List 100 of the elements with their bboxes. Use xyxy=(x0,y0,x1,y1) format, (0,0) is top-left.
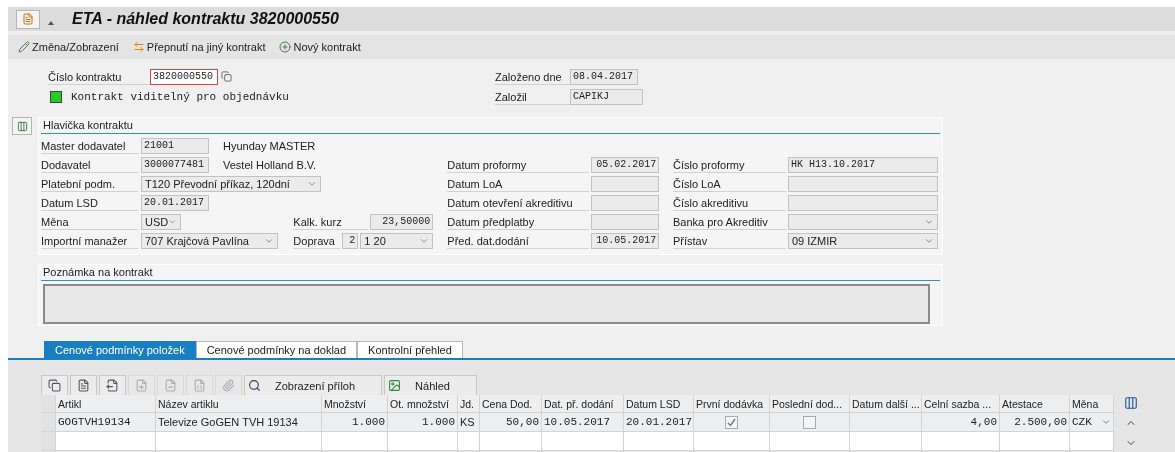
add-document-icon xyxy=(135,379,148,392)
dropdown-field[interactable]: 1 20 xyxy=(360,232,434,249)
dropdown-field[interactable]: USD xyxy=(141,213,181,230)
document-icon xyxy=(77,379,90,392)
toolbar-button[interactable]: Změna/Zobrazení xyxy=(18,41,119,53)
dropdown-field[interactable]: 09 IZMIR xyxy=(788,232,938,249)
input-field[interactable]: 10.05.2017 xyxy=(591,232,660,249)
row-selector[interactable] xyxy=(41,413,56,432)
input-field[interactable] xyxy=(591,175,660,192)
column-settings-icon[interactable] xyxy=(1122,395,1139,411)
image-icon xyxy=(388,379,402,392)
menu-icon[interactable] xyxy=(16,9,40,29)
dropdown-field[interactable]: T120 Převodní příkaz, 120dní xyxy=(141,175,321,192)
corner-cell[interactable] xyxy=(41,395,56,413)
column-header[interactable]: Poslední dod... xyxy=(770,395,850,413)
field-label: Datum předplatby xyxy=(447,213,590,230)
column-header[interactable]: Měna xyxy=(1070,395,1114,413)
copy-icon[interactable] xyxy=(221,71,232,82)
dropdown-field[interactable]: 707 Krajčová Pavlína xyxy=(141,232,278,249)
copy-icon xyxy=(48,379,61,392)
tab[interactable]: Kontrolní přehled xyxy=(357,341,463,358)
remove-document-icon xyxy=(164,379,177,392)
swap-icon xyxy=(132,41,145,53)
column-header[interactable]: Datum LSD xyxy=(624,395,694,413)
pencil-icon xyxy=(18,41,30,53)
tab[interactable]: Cenové podmínky položek xyxy=(44,341,196,358)
field-label: Doprava xyxy=(293,232,341,249)
description-text: Vestel Holland B.V. xyxy=(223,158,317,171)
chevron-down-icon xyxy=(1101,417,1111,427)
column-header[interactable]: Název artiklu xyxy=(156,395,322,413)
section-title: Hlavička kontraktu xyxy=(41,118,940,134)
spreadsheet-icon xyxy=(193,379,206,392)
field-label: Měna xyxy=(41,213,138,230)
table-cell: 20.01.2017 xyxy=(624,413,694,432)
input-field[interactable]: 23,50000 xyxy=(370,213,434,230)
toolbar-button[interactable] xyxy=(70,375,97,395)
column-header[interactable]: Jd. xyxy=(458,395,480,413)
row-selector[interactable] xyxy=(41,432,56,451)
input-field[interactable]: HK H13.10.2017 xyxy=(788,156,938,173)
input-field[interactable]: 05.02.2017 xyxy=(591,156,660,173)
table-cell: 4,00 xyxy=(922,413,1000,432)
field-label: Datum proformy xyxy=(447,156,590,173)
table-cell: Televize GoGEN TVH 19134 xyxy=(156,413,322,432)
field-label: Číslo proformy xyxy=(673,156,786,173)
column-header[interactable]: Cena Dod. xyxy=(480,395,542,413)
toolbar-button[interactable]: Náhled xyxy=(384,375,477,395)
add-icon xyxy=(279,41,292,53)
toolbar-button[interactable]: Přepnutí na jiný kontrakt xyxy=(132,41,266,53)
status-text: Kontrakt viditelný pro objednávku xyxy=(71,90,289,103)
paperclip-icon xyxy=(222,379,235,392)
input-field[interactable] xyxy=(788,194,938,211)
field-label: Kalk. kurz xyxy=(293,213,369,230)
column-header[interactable]: Ot. množství xyxy=(388,395,458,413)
field-label: Datum LoA xyxy=(447,175,590,192)
input-field[interactable]: 3820000550 xyxy=(150,68,218,85)
layout-icon[interactable] xyxy=(12,117,32,135)
toolbar-button[interactable] xyxy=(41,375,68,395)
input-field[interactable]: 3000077481 xyxy=(141,156,209,173)
input-field[interactable] xyxy=(591,213,660,230)
input-field[interactable] xyxy=(788,175,938,192)
input-field[interactable]: 20.01.2017 xyxy=(141,194,209,211)
input-field[interactable]: 2 xyxy=(342,232,359,249)
field-label: Importní manažer xyxy=(41,232,138,249)
dropdown-field[interactable] xyxy=(788,213,938,230)
toolbar-button[interactable]: Zobrazení příloh xyxy=(244,375,383,395)
toolbar-button[interactable]: Nový kontrakt xyxy=(279,41,361,53)
caret-icon[interactable] xyxy=(48,21,54,25)
column-header[interactable]: Artikl xyxy=(56,395,156,413)
table-cell: 1.000 xyxy=(322,413,388,432)
input-field[interactable]: 08.04.2017 xyxy=(570,68,638,85)
column-header[interactable]: Celní sazba ... xyxy=(922,395,1000,413)
field-label: Před. dat.dodání xyxy=(447,232,590,249)
column-header[interactable]: Atestace xyxy=(1000,395,1070,413)
field-label: Banka pro Akreditiv xyxy=(673,213,786,230)
field-label: Datum LSD xyxy=(41,194,138,211)
checkbox[interactable] xyxy=(803,415,816,429)
field-label: Přístav xyxy=(673,232,786,249)
field-label: Číslo LoA xyxy=(673,175,786,192)
search-icon xyxy=(248,379,261,392)
toolbar-button[interactable] xyxy=(99,375,126,395)
input-field[interactable]: CAPIKJ xyxy=(570,88,643,105)
table-cell: 1.000 xyxy=(388,413,458,432)
dropdown-cell[interactable]: CZK xyxy=(1070,413,1114,432)
section-title: Poznámka na kontrakt xyxy=(41,265,940,281)
column-header[interactable]: První dodávka xyxy=(694,395,770,413)
field-label: Číslo akreditivu xyxy=(673,194,786,211)
column-header[interactable]: Dat. př. dodání xyxy=(542,395,624,413)
input-field[interactable]: 21001 xyxy=(141,137,209,154)
column-header[interactable]: Datum další ... xyxy=(850,395,922,413)
column-header[interactable]: Množství xyxy=(322,395,388,413)
description-text: Hyunday MASTER xyxy=(223,139,316,152)
field-label: Master dodavatel xyxy=(41,137,138,154)
table-cell: GOGTVH19134 xyxy=(56,413,156,432)
checkbox[interactable] xyxy=(725,415,738,429)
table-cell: 2.500,00 xyxy=(1000,413,1070,432)
input-field[interactable] xyxy=(591,194,660,211)
field-label: Datum otevření akreditivu xyxy=(447,194,590,211)
tab[interactable]: Cenové podmínky na doklad xyxy=(195,341,358,358)
table-cell: 50,00 xyxy=(480,413,542,432)
table-cell: KS xyxy=(458,413,480,432)
